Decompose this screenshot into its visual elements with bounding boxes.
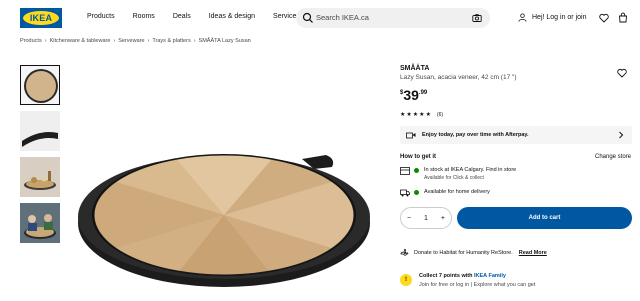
thumbnail-image (22, 132, 58, 147)
breadcrumb-item[interactable]: Products (20, 38, 42, 44)
product-rating[interactable]: ★ ★ ★ ★ ★ (6) (400, 111, 444, 119)
how-to-get-it-title: How to get it (400, 154, 436, 160)
product-description[interactable]: Lazy Susan, acacia veneer, 42 cm (17 ") (400, 74, 516, 81)
donate-hand-icon (400, 249, 409, 256)
breadcrumb-item-current[interactable]: SMÅÄTA Lazy Susan (199, 38, 251, 44)
add-to-favourites-heart-icon[interactable] (617, 68, 627, 78)
search-input[interactable]: Search IKEA.ca (296, 8, 490, 28)
add-to-cart-button[interactable]: Add to cart (457, 207, 632, 229)
price-integer: 39 (403, 87, 419, 103)
chevron-right-icon: › (113, 38, 116, 44)
main-product-image[interactable] (74, 145, 374, 290)
in-store-availability[interactable]: In stock at IKEA Calgary. Find in store … (400, 167, 516, 181)
thumbnail-image (24, 171, 56, 190)
nav-products[interactable]: Products (87, 13, 115, 20)
donate-row: Donate to Habitat for Humanity ReStore. … (400, 248, 547, 257)
in-stock-dot (414, 168, 419, 173)
favourites-heart-icon[interactable] (599, 13, 609, 23)
search-placeholder: Search IKEA.ca (316, 13, 369, 22)
ikea-family-link[interactable]: IKEA Family (474, 273, 506, 279)
afterpay-banner[interactable]: Enjoy today, pay over time with Afterpay… (400, 126, 632, 144)
ikea-family-promo: ! Collect 7 points with IKEA Family Join… (400, 273, 535, 288)
increase-quantity-button[interactable]: + (441, 215, 445, 222)
chevron-right-icon: › (147, 38, 150, 44)
delivery-status: Available for home delivery (424, 189, 490, 195)
review-count: (6) (436, 111, 444, 118)
nav-deals[interactable]: Deals (173, 13, 191, 20)
ikea-logo[interactable]: IKEA (20, 8, 62, 28)
product-name: SMÅÄTA (400, 65, 430, 72)
product-thumbnail-2[interactable] (20, 111, 60, 151)
family-join-text[interactable]: Join for free or log in | Explore what y… (419, 282, 535, 288)
product-thumbnail-4[interactable] (20, 203, 60, 243)
decrease-quantity-button[interactable]: − (407, 215, 411, 222)
delivery-availability[interactable]: Available for home delivery (400, 189, 490, 197)
logo-text: IKEA (29, 13, 53, 23)
star-icon: ★ (400, 112, 406, 118)
star-icon: ★ (419, 112, 425, 118)
login-label: Hej! Log in or join (532, 14, 587, 21)
top-header: IKEA Products Rooms Deals Ideas & design… (0, 0, 640, 36)
product-thumbnail-3[interactable] (20, 157, 60, 197)
afterpay-text: Enjoy today, pay over time with Afterpay… (422, 132, 529, 138)
read-more-link[interactable]: Read More (519, 250, 547, 256)
main-nav: Products Rooms Deals Ideas & design Serv… (87, 13, 318, 20)
login-link[interactable]: Hej! Log in or join (518, 13, 586, 22)
breadcrumb: Products › Kitchenware & tableware › Serve… (20, 38, 251, 44)
thumbnail-image (20, 203, 60, 243)
breadcrumb-item[interactable]: Serveware (118, 38, 144, 44)
hand-pay-icon (406, 132, 416, 139)
star-icon: ★ (406, 112, 412, 118)
click-collect-status: Available for Click & collect (424, 175, 484, 181)
shopping-bag-icon[interactable] (618, 12, 628, 23)
camera-icon[interactable] (472, 13, 482, 23)
nav-ideas-design[interactable]: Ideas & design (209, 13, 255, 20)
chevron-right-icon: › (193, 38, 196, 44)
thumbnail-image (24, 69, 58, 103)
product-thumbnail-1[interactable] (20, 65, 60, 105)
truck-icon (400, 189, 410, 197)
change-store-link[interactable]: Change store (595, 154, 631, 160)
in-stock-dot (414, 190, 419, 195)
nav-rooms[interactable]: Rooms (133, 13, 155, 20)
chevron-right-icon (619, 131, 624, 139)
user-icon (518, 13, 527, 22)
family-points-text: Collect 7 points with (419, 273, 473, 279)
star-icon: ★ (425, 112, 431, 118)
quantity-stepper[interactable]: − 1 + (400, 207, 452, 229)
search-icon (302, 12, 313, 23)
donate-text: Donate to Habitat for Humanity ReStore. (414, 249, 513, 256)
price: $ 39 .99 (400, 88, 427, 102)
price-decimal: .99 (418, 90, 428, 96)
store-icon (400, 167, 410, 175)
breadcrumb-item[interactable]: Kitchenware & tableware (50, 38, 111, 44)
breadcrumb-item[interactable]: Trays & platters (152, 38, 190, 44)
in-store-status: In stock at IKEA Calgary. Find in store (424, 167, 517, 173)
star-icon: ★ (412, 112, 419, 118)
quantity-value: 1 (424, 214, 428, 222)
chevron-right-icon: › (44, 38, 47, 44)
ikea-family-badge-icon: ! (400, 274, 412, 286)
